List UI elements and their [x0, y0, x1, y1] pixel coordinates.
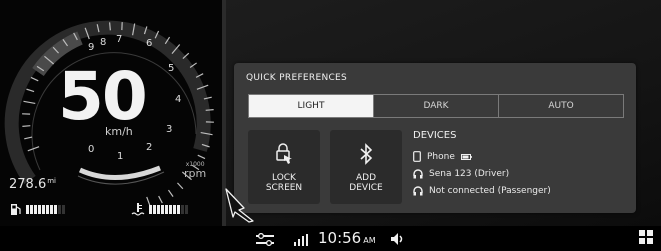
device-item[interactable]: Sena 123 (Driver)	[413, 165, 551, 182]
tach-7: 7	[116, 34, 123, 45]
clock: 10:56 AM	[318, 229, 376, 247]
theme-auto-option[interactable]: AUTO	[499, 95, 623, 117]
quick-preferences-title: QUICK PREFERENCES	[246, 73, 348, 83]
device-name: Not connected (Passenger)	[429, 185, 551, 196]
device-item[interactable]: Phone	[413, 148, 551, 165]
device-item[interactable]: Not connected (Passenger)	[413, 182, 551, 199]
bluetooth-icon	[360, 143, 373, 165]
lock-label-line1: LOCK	[272, 173, 296, 183]
tach-8: 8	[100, 37, 107, 48]
speed-unit: km/h	[105, 125, 133, 138]
device-name: Sena 123 (Driver)	[429, 168, 510, 179]
fuel-gauge	[10, 203, 65, 216]
tach-4: 4	[175, 94, 182, 105]
tach-5: 5	[168, 63, 175, 74]
instrument-cluster: 0 1 2 3 4 5 6 7 8 9 50 km/h x1000 rpm 27…	[0, 0, 222, 226]
add-device-button[interactable]: ADD DEVICE	[330, 130, 402, 204]
clock-ampm: AM	[363, 236, 376, 245]
rpm-text: rpm	[184, 167, 207, 180]
tach-9: 9	[88, 42, 95, 53]
tach-0: 0	[88, 144, 95, 155]
add-device-label: ADD DEVICE	[349, 173, 382, 193]
theme-dark-option[interactable]: DARK	[374, 95, 499, 117]
headset-icon	[413, 185, 423, 195]
signal-strength-icon	[294, 234, 308, 246]
volume-icon[interactable]	[390, 232, 406, 246]
theme-light-option[interactable]: LIGHT	[249, 95, 374, 117]
lock-touch-icon	[276, 143, 292, 164]
quick-preferences-icon[interactable]	[256, 233, 274, 246]
temp-level-bar	[149, 205, 188, 214]
lock-screen-button[interactable]: LOCK SCREEN	[248, 130, 320, 204]
add-label-line2: DEVICE	[349, 183, 383, 193]
theme-selector: LIGHT DARK AUTO	[248, 94, 624, 118]
odometer-value: 278.6	[9, 177, 47, 192]
tach-3: 3	[166, 124, 173, 135]
quick-preferences-panel: QUICK PREFERENCES LIGHT DARK AUTO LOCK SC…	[234, 63, 636, 213]
callout-arrow-icon	[225, 188, 254, 223]
lock-screen-label: LOCK SCREEN	[266, 173, 302, 193]
odometer: 278.6mi	[9, 177, 56, 192]
coolant-temp-icon	[131, 203, 145, 216]
speed-readout: 50	[58, 58, 148, 135]
add-label-line1: ADD	[355, 173, 377, 183]
app-grid-icon[interactable]	[639, 230, 653, 244]
tach-2: 2	[146, 142, 153, 153]
devices-title: DEVICES	[413, 130, 457, 141]
battery-icon	[460, 153, 472, 160]
lock-label-line2: SCREEN	[265, 183, 303, 193]
clock-time: 10:56	[318, 229, 362, 247]
devices-list: DEVICES Phone Sena 123 (Driver) Not conn…	[413, 130, 551, 199]
phone-icon	[413, 151, 421, 162]
fuel-level-bar	[26, 205, 65, 214]
rpm-label: x1000 rpm	[184, 162, 207, 180]
device-name: Phone	[427, 151, 455, 162]
odometer-unit: mi	[47, 177, 56, 185]
tach-6: 6	[146, 38, 153, 49]
fuel-pump-icon	[11, 204, 21, 215]
headset-icon	[413, 168, 423, 178]
temperature-gauge	[131, 203, 188, 216]
tach-1: 1	[117, 151, 124, 162]
